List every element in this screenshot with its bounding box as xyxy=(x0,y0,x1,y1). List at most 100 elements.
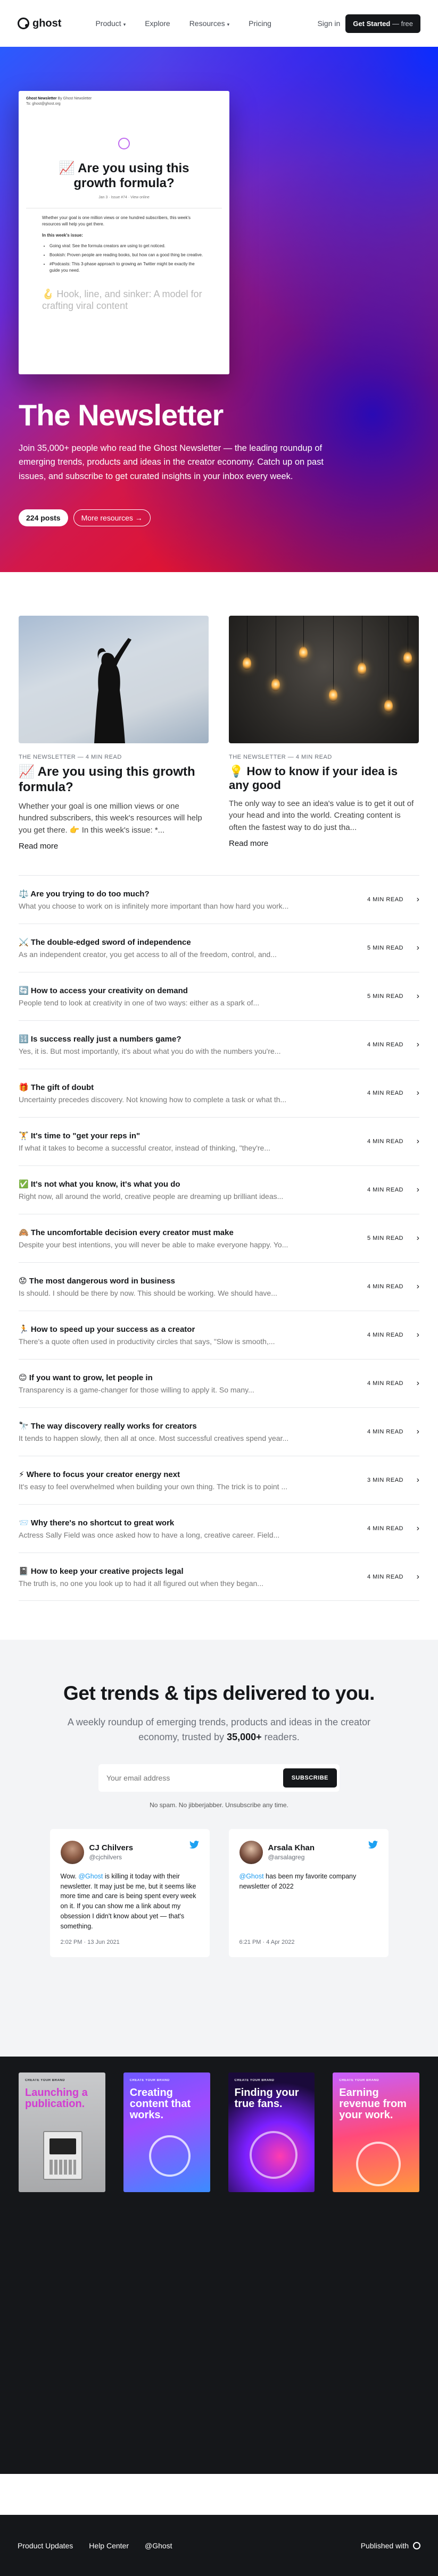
read-time: 4 MIN READ xyxy=(367,1525,403,1532)
post-row[interactable]: 😊 If you want to grow, let people in Tran… xyxy=(19,1359,419,1407)
list-item: Bookish: Proven people are reading books… xyxy=(49,252,206,258)
post-row[interactable]: ⚔️ The double-edged sword of independenc… xyxy=(19,924,419,972)
email-field[interactable] xyxy=(101,1773,283,1782)
featured-title[interactable]: 📈 Are you using this growth formula? xyxy=(19,765,209,795)
post-meta: THE NEWSLETTER — 4 MIN READ xyxy=(19,754,122,760)
post-title[interactable]: 🔄 How to access your creativity on deman… xyxy=(19,986,356,995)
chevron-right-icon[interactable]: › xyxy=(403,1572,419,1582)
read-more-link[interactable]: Read more xyxy=(19,842,209,851)
post-row[interactable]: 🔭 The way discovery really works for cre… xyxy=(19,1407,419,1456)
post-row[interactable]: 😟 The most dangerous word in business Is … xyxy=(19,1262,419,1311)
post-title[interactable]: 📓 How to keep your creative projects leg… xyxy=(19,1566,356,1576)
post-row[interactable]: 📨 Why there's no shortcut to great work A… xyxy=(19,1504,419,1553)
chevron-right-icon[interactable]: › xyxy=(403,1524,419,1533)
chevron-right-icon[interactable]: › xyxy=(403,1475,419,1485)
chevron-right-icon[interactable]: › xyxy=(403,1427,419,1437)
nav-item-resources[interactable]: Resources ▾ xyxy=(189,19,229,28)
nav-item-pricing[interactable]: Pricing xyxy=(249,19,271,28)
post-row[interactable]: 🎁 The gift of doubt Uncertainty precedes … xyxy=(19,1069,419,1117)
post-row[interactable]: ⚖️ Are you trying to do too much? What yo… xyxy=(19,875,419,924)
chevron-right-icon[interactable]: › xyxy=(403,992,419,1001)
tweet-card[interactable]: Arsala Khan @arsalagreg @Ghost has been … xyxy=(228,1828,389,1957)
post-title[interactable]: 🙈 The uncomfortable decision every creat… xyxy=(19,1228,356,1237)
nav-item-explore[interactable]: Explore xyxy=(145,19,170,28)
silhouette-illustration xyxy=(94,638,131,743)
read-time: 5 MIN READ xyxy=(367,1235,403,1242)
read-time: 5 MIN READ xyxy=(367,945,403,952)
featured-image-bulbs[interactable] xyxy=(229,616,419,743)
footer-link[interactable]: Product Updates xyxy=(18,2541,73,2550)
post-title[interactable]: 🏃 How to speed up your success as a crea… xyxy=(19,1324,356,1334)
chevron-right-icon[interactable]: › xyxy=(403,1234,419,1243)
chevron-right-icon[interactable]: › xyxy=(403,1088,419,1098)
footer-link[interactable]: @Ghost xyxy=(145,2541,172,2550)
post-row[interactable]: 📓 How to keep your creative projects leg… xyxy=(19,1553,419,1601)
more-resources-button[interactable]: More resources → xyxy=(73,509,151,526)
post-row[interactable]: ⚡ Where to focus your creator energy nex… xyxy=(19,1456,419,1504)
tweet-author: Arsala Khan xyxy=(268,1843,315,1853)
read-more-link[interactable]: Read more xyxy=(229,839,419,848)
post-excerpt: It tends to happen slowly, then all at o… xyxy=(19,1434,289,1443)
post-title[interactable]: 📨 Why there's no shortcut to great work xyxy=(19,1518,356,1528)
post-title[interactable]: ⚖️ Are you trying to do too much? xyxy=(19,889,356,899)
featured-title[interactable]: 💡 How to know if your idea is any good xyxy=(229,765,419,793)
page-title: The Newsletter xyxy=(19,398,224,432)
published-with[interactable]: Published with xyxy=(361,2541,420,2550)
post-row[interactable]: 🏃 How to speed up your success as a crea… xyxy=(19,1311,419,1359)
chevron-right-icon[interactable]: › xyxy=(403,1040,419,1050)
tweet-text: Wow. @Ghost is killing it today with the… xyxy=(60,1872,196,1930)
post-title[interactable]: 🎁 The gift of doubt xyxy=(19,1083,356,1092)
read-time: 4 MIN READ xyxy=(367,1138,403,1145)
chevron-right-icon[interactable]: › xyxy=(403,1137,419,1146)
top-nav: ghost Product ▾ Explore Resources ▾ Pricin… xyxy=(0,0,438,47)
post-excerpt: What you choose to work on is infinitely… xyxy=(19,902,289,911)
subscribe-note: No spam. No jibberjabber. Unsubscribe an… xyxy=(150,1801,288,1809)
chevron-right-icon[interactable]: › xyxy=(403,1330,419,1340)
post-title[interactable]: ✅ It's not what you know, it's what you … xyxy=(19,1179,356,1189)
ghost-logo-icon xyxy=(413,2541,420,2549)
post-row[interactable]: 🔄 How to access your creativity on deman… xyxy=(19,972,419,1020)
resource-card[interactable]: CREATE YOUR BRAND Earning revenue from y… xyxy=(333,2072,419,2193)
ghost-logo[interactable]: ghost xyxy=(18,18,61,30)
post-title[interactable]: ⚡ Where to focus your creator energy nex… xyxy=(19,1470,356,1479)
featured-image-whiteboard[interactable] xyxy=(19,616,209,743)
chevron-right-icon[interactable]: › xyxy=(403,943,419,953)
tweet-card[interactable]: CJ Chilvers @cjchilvers Wow. @Ghost is k… xyxy=(49,1828,210,1957)
post-row[interactable]: 🔢 Is success really just a numbers game?… xyxy=(19,1020,419,1069)
resource-card[interactable]: CREATE YOUR BRAND Launching a publicatio… xyxy=(19,2072,105,2193)
chevron-right-icon[interactable]: › xyxy=(403,1282,419,1291)
chevron-right-icon[interactable]: › xyxy=(403,1185,419,1195)
posts-count-button[interactable]: 224 posts xyxy=(19,509,68,526)
card-title: Earning revenue from your work. xyxy=(339,2087,407,2121)
post-row[interactable]: ✅ It's not what you know, it's what you … xyxy=(19,1165,419,1214)
card-kicker: CREATE YOUR BRAND xyxy=(339,2079,379,2083)
preview-byline: Jan 3 · Issue #74 · View online xyxy=(98,196,150,200)
post-title[interactable]: 😟 The most dangerous word in business xyxy=(19,1276,356,1286)
post-title[interactable]: 🔢 Is success really just a numbers game? xyxy=(19,1034,356,1044)
post-title[interactable]: 😊 If you want to grow, let people in xyxy=(19,1373,356,1382)
nav-item-product[interactable]: Product ▾ xyxy=(95,19,126,28)
read-time: 3 MIN READ xyxy=(367,1477,403,1484)
post-row[interactable]: 🙈 The uncomfortable decision every creat… xyxy=(19,1214,419,1262)
post-title[interactable]: 🔭 The way discovery really works for cre… xyxy=(19,1421,356,1431)
chevron-right-icon[interactable]: › xyxy=(403,1379,419,1388)
featured-post[interactable]: THE NEWSLETTER — 4 MIN READ 💡 How to kno… xyxy=(229,616,419,851)
list-item: #Podcasts: This 3-phase approach to grow… xyxy=(49,261,206,274)
footer-link[interactable]: Help Center xyxy=(89,2541,129,2550)
get-started-button[interactable]: Get Started — free xyxy=(345,14,420,33)
newsletter-preview: Ghost Newsletter By Ghost Newsletter To:… xyxy=(19,91,229,374)
featured-post[interactable]: THE NEWSLETTER — 4 MIN READ 📈 Are you us… xyxy=(19,616,209,851)
subscribe-button[interactable]: SUBSCRIBE xyxy=(283,1768,337,1788)
post-title[interactable]: 🏋️ It's time to "get your reps in" xyxy=(19,1131,356,1140)
resource-card[interactable]: CREATE YOUR BRAND Creating content that … xyxy=(123,2072,210,2193)
card-kicker: CREATE YOUR BRAND xyxy=(234,2079,275,2083)
signin-link[interactable]: Sign in xyxy=(317,19,340,28)
chevron-right-icon[interactable]: › xyxy=(403,895,419,904)
featured-posts: THE NEWSLETTER — 4 MIN READ 📈 Are you us… xyxy=(0,572,438,851)
post-excerpt: Transparency is a game-changer for those… xyxy=(19,1386,254,1395)
post-title[interactable]: ⚔️ The double-edged sword of independenc… xyxy=(19,937,356,947)
resource-card[interactable]: CREATE YOUR BRAND Finding your true fans… xyxy=(228,2072,315,2193)
post-excerpt: The truth is, no one you look up to had … xyxy=(19,1579,263,1588)
chevron-down-icon: ▾ xyxy=(123,22,126,27)
post-row[interactable]: 🏋️ It's time to "get your reps in" If wha… xyxy=(19,1117,419,1165)
